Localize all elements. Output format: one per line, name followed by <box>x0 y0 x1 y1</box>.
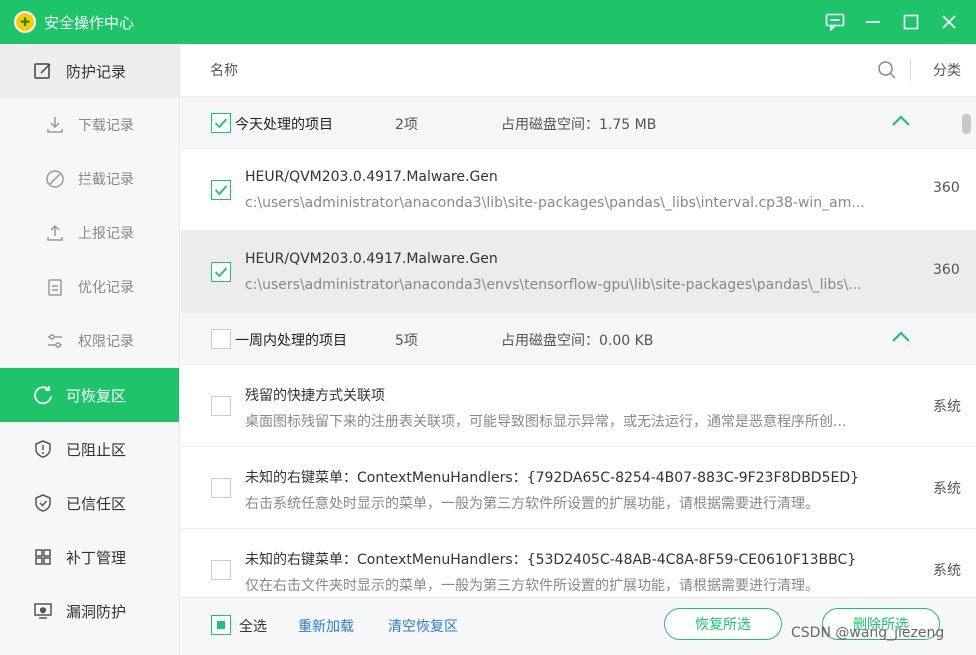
restore-icon <box>32 384 54 406</box>
group-disk-usage: 占用磁盘空间：1.75 MB <box>501 117 657 133</box>
search-icon[interactable] <box>877 60 897 84</box>
item-title: 未知的右键菜单：ContextMenuHandlers：{792DA65C-82… <box>245 470 860 486</box>
minimize-icon[interactable] <box>854 0 892 44</box>
sidebar-item-label: 已信任区 <box>66 494 127 513</box>
sidebar-item-label: 漏洞防护 <box>66 602 127 621</box>
sidebar-item-label: 防护记录 <box>66 62 127 81</box>
scrollbar-thumb[interactable] <box>962 114 971 134</box>
item-category: 360 <box>933 262 960 278</box>
window-controls <box>816 0 968 44</box>
row-checkbox[interactable] <box>211 560 231 580</box>
reload-link[interactable]: 重新加载 <box>298 616 354 636</box>
upload-icon <box>44 222 66 244</box>
group-name: 今天处理的项目 <box>235 117 333 133</box>
sidebar-item-label: 拦截记录 <box>78 172 134 188</box>
sidebar-item-label: 已阻止区 <box>66 440 127 459</box>
sidebar-item-label: 权限记录 <box>78 334 134 350</box>
shield-alert-icon <box>32 438 54 460</box>
group-checkbox[interactable] <box>211 113 231 133</box>
item-category: 系统 <box>933 563 961 579</box>
sidebar-item-blocked[interactable]: 已阻止区 <box>0 422 179 476</box>
list-scrollbar[interactable] <box>961 114 971 594</box>
item-title: HEUR/QVM203.0.4917.Malware.Gen <box>245 251 498 267</box>
partial-check-icon <box>217 621 225 629</box>
item-title: HEUR/QVM203.0.4917.Malware.Gen <box>245 169 498 185</box>
select-all-checkbox[interactable] <box>211 615 231 635</box>
shield-check-icon <box>32 492 54 514</box>
group-header-week[interactable]: 一周内处理的项目 5项 占用磁盘空间：0.00 KB <box>181 313 976 365</box>
item-path: c:\users\administrator\anaconda3\lib\sit… <box>245 195 865 211</box>
sidebar-item-download-record[interactable]: 下载记录 <box>0 98 179 152</box>
sidebar-item-label: 上报记录 <box>78 226 134 242</box>
sidebar-item-trusted[interactable]: 已信任区 <box>0 476 179 530</box>
title-bar: ✚ 安全操作中心 <box>0 0 976 44</box>
item-category: 系统 <box>933 481 961 497</box>
list-header: 名称 分类 <box>181 44 976 97</box>
list-item[interactable]: HEUR/QVM203.0.4917.Malware.Gen c:\users\… <box>181 231 976 313</box>
maximize-icon[interactable] <box>892 0 930 44</box>
main-panel: 名称 分类 今天处理的项目 2项 占用磁盘空间：1.75 MB HEUR/QVM… <box>181 44 976 655</box>
close-icon[interactable] <box>930 0 968 44</box>
column-category: 分类 <box>933 63 961 79</box>
grid-icon <box>32 546 54 568</box>
app-logo-icon: ✚ <box>14 11 36 33</box>
recoverable-list: 今天处理的项目 2项 占用磁盘空间：1.75 MB HEUR/QVM203.0.… <box>181 97 976 597</box>
sidebar-item-protection-record[interactable]: 防护记录 <box>0 44 179 98</box>
check-icon <box>214 185 228 196</box>
sidebar-item-recoverable[interactable]: 可恢复区 <box>0 368 179 422</box>
group-name: 一周内处理的项目 <box>235 333 347 349</box>
restore-selected-button[interactable]: 恢复所选 <box>664 608 782 640</box>
block-icon <box>44 168 66 190</box>
sidebar-item-label: 补丁管理 <box>66 548 127 567</box>
chevron-up-icon[interactable] <box>891 330 911 348</box>
list-item[interactable]: 残留的快捷方式关联项 桌面图标残留下来的注册表关联项，可能导致图标显示异常，或无… <box>181 365 976 447</box>
check-icon <box>214 267 228 278</box>
item-title: 残留的快捷方式关联项 <box>245 388 385 404</box>
clipboard-icon <box>44 276 66 298</box>
item-path: c:\users\administrator\anaconda3\envs\te… <box>245 277 862 293</box>
item-description: 右击系统任意处时显示的菜单，一般为第三方软件所设置的扩展功能，请根据需要进行清理… <box>245 496 819 512</box>
sidebar-item-label: 可恢复区 <box>66 386 127 405</box>
monitor-shield-icon <box>32 600 54 622</box>
sidebar-item-report-record[interactable]: 上报记录 <box>0 206 179 260</box>
group-disk-usage: 占用磁盘空间：0.00 KB <box>501 333 654 349</box>
sidebar-item-label: 下载记录 <box>78 118 134 134</box>
sidebar-item-permission-record[interactable]: 权限记录 <box>0 314 179 368</box>
row-checkbox[interactable] <box>211 180 231 200</box>
action-bar: 全选 重新加载 清空恢复区 恢复所选 删除所选 CSDN @wang_jieze… <box>181 597 976 655</box>
check-icon <box>214 118 228 129</box>
watermark-text: CSDN @wang_jiezeng <box>791 625 945 641</box>
sidebar-item-vuln-protection[interactable]: 漏洞防护 <box>0 584 179 638</box>
group-header-today[interactable]: 今天处理的项目 2项 占用磁盘空间：1.75 MB <box>181 97 976 149</box>
item-description: 仅在右击文件夹时显示的菜单，一般为第三方软件所设置的扩展功能，请根据需要进行清理… <box>245 578 819 594</box>
list-item[interactable]: 未知的右键菜单：ContextMenuHandlers：{792DA65C-82… <box>181 447 976 529</box>
clear-recoverable-link[interactable]: 清空恢复区 <box>388 616 458 636</box>
feedback-icon[interactable] <box>816 0 854 44</box>
edit-record-icon <box>32 60 54 82</box>
sidebar-item-label: 优化记录 <box>78 280 134 296</box>
sidebar-item-intercept-record[interactable]: 拦截记录 <box>0 152 179 206</box>
row-checkbox[interactable] <box>211 262 231 282</box>
download-icon <box>44 114 66 136</box>
chevron-up-icon[interactable] <box>891 114 911 132</box>
sidebar-item-patch-management[interactable]: 补丁管理 <box>0 530 179 584</box>
list-item[interactable]: HEUR/QVM203.0.4917.Malware.Gen c:\users\… <box>181 149 976 231</box>
header-divider <box>910 59 911 81</box>
sidebar-item-optimize-record[interactable]: 优化记录 <box>0 260 179 314</box>
window-title: 安全操作中心 <box>44 13 135 32</box>
item-description: 桌面图标残留下来的注册表关联项，可能导致图标显示异常，或无法运行，通常是恶意程序… <box>245 414 847 430</box>
item-category: 360 <box>933 180 960 196</box>
column-name: 名称 <box>210 63 238 79</box>
list-item[interactable]: 未知的右键菜单：ContextMenuHandlers：{53D2405C-48… <box>181 529 976 597</box>
select-all-label[interactable]: 全选 <box>239 616 267 636</box>
group-checkbox[interactable] <box>211 329 231 349</box>
item-category: 系统 <box>933 399 961 415</box>
group-count: 2项 <box>395 117 418 133</box>
row-checkbox[interactable] <box>211 396 231 416</box>
row-checkbox[interactable] <box>211 478 231 498</box>
item-title: 未知的右键菜单：ContextMenuHandlers：{53D2405C-48… <box>245 552 857 568</box>
sliders-icon <box>44 330 66 352</box>
group-count: 5项 <box>395 333 418 349</box>
sidebar: 防护记录 下载记录 拦截记录 上报记录 优化记录 权限记录 可恢复区 已阻止区 … <box>0 44 180 655</box>
